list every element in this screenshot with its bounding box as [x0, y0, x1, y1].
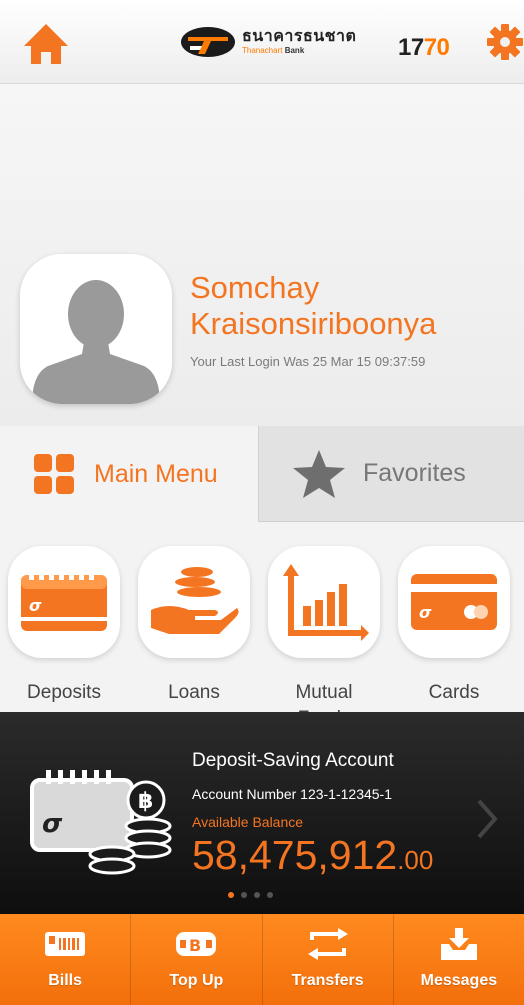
loans-icon: [151, 567, 239, 634]
pager-dot[interactable]: [267, 892, 273, 898]
pager-dot[interactable]: [228, 892, 234, 898]
menu-label-deposits: Deposits: [27, 682, 101, 703]
nav-top-up-label: Top Up: [169, 972, 224, 989]
menu-item-cards[interactable]: σ Cards: [398, 546, 510, 706]
svg-text:σ: σ: [29, 596, 42, 615]
user-silhouette-icon: [20, 254, 172, 404]
svg-text:฿: ฿: [138, 789, 153, 814]
messages-icon: [440, 928, 477, 960]
nav-top-up[interactable]: B Top Up: [131, 914, 263, 1005]
pager-dot[interactable]: [241, 892, 247, 898]
transfers-icon: [307, 928, 348, 960]
deposits-icon: σ: [21, 570, 107, 631]
hotline-prefix: 17: [398, 34, 424, 61]
home-button[interactable]: [22, 22, 70, 66]
svg-text:B: B: [189, 936, 201, 955]
menu-item-loans[interactable]: Loans: [138, 546, 250, 706]
account-number: Account Number 123-1-12345-1: [192, 786, 393, 802]
thanachart-logo-icon: [181, 27, 235, 57]
nav-transfers[interactable]: Transfers: [263, 914, 394, 1005]
star-icon: [293, 449, 345, 498]
available-balance-value: 58,475,912.00: [192, 832, 433, 879]
bills-icon: [45, 932, 86, 956]
avatar[interactable]: [20, 254, 172, 404]
user-name: Somchay Kraisonsiriboonya: [190, 270, 520, 342]
account-pager: [228, 892, 273, 898]
chevron-right-icon[interactable]: [476, 798, 498, 840]
tab-favorites-label: Favorites: [363, 459, 466, 487]
nav-messages-label: Messages: [420, 972, 498, 989]
logo-thai-text: ธนาคารธนชาต: [242, 28, 357, 45]
pager-dot[interactable]: [254, 892, 260, 898]
logo-english-text: Thanachart Bank: [242, 46, 305, 55]
user-last-name: Kraisonsiriboonya: [190, 306, 437, 341]
last-login-text: Your Last Login Was 25 Mar 15 09:37:59: [190, 354, 426, 369]
balance-cents: .00: [397, 845, 434, 875]
tab-favorites[interactable]: Favorites: [258, 426, 524, 522]
cards-icon: σ: [411, 574, 497, 630]
settings-button[interactable]: [486, 20, 524, 64]
svg-text:σ: σ: [419, 603, 432, 622]
nav-transfers-label: Transfers: [291, 972, 364, 989]
mutual-funds-icon: [283, 564, 369, 641]
bank-logo: ธนาคารธนชาต Thanachart Bank: [180, 22, 380, 62]
balance-main: 58,475,912: [192, 832, 398, 878]
hotline-number[interactable]: 1770: [398, 34, 450, 62]
grid-icon: [34, 454, 74, 494]
menu-label-loans: Loans: [168, 682, 220, 703]
nav-bills[interactable]: Bills: [0, 914, 132, 1005]
menu-label-mutual-funds: Mutual Funds: [295, 682, 353, 712]
main-menu-row: σ Deposits Loans Mutual σ Cards: [0, 522, 524, 712]
top-up-icon: B: [176, 932, 217, 956]
nav-bills-label: Bills: [48, 972, 83, 989]
available-balance-label: Available Balance: [192, 814, 304, 830]
savings-book-coins-icon: σ ฿: [30, 770, 172, 875]
profile-section: Somchay Kraisonsiriboonya Your Last Logi…: [0, 84, 524, 426]
app-header: ธนาคารธนชาต Thanachart Bank 1770: [0, 0, 524, 84]
hotline-suffix: 70: [423, 34, 450, 61]
tab-main-menu[interactable]: Main Menu: [0, 426, 258, 522]
svg-text:σ: σ: [42, 809, 63, 839]
tab-main-menu-label: Main Menu: [94, 459, 218, 488]
bottom-navigation: Bills B Top Up Transfers Messages: [0, 914, 524, 1005]
menu-tabs: Main Menu Favorites: [0, 426, 524, 522]
menu-item-deposits[interactable]: σ Deposits: [8, 546, 120, 706]
user-first-name: Somchay: [190, 270, 320, 305]
account-type: Deposit-Saving Account: [192, 750, 394, 771]
home-icon: [24, 24, 68, 64]
gear-icon: [487, 24, 523, 60]
menu-label-cards: Cards: [428, 682, 480, 703]
nav-messages[interactable]: Messages: [394, 914, 524, 1005]
account-summary-panel[interactable]: σ ฿ Deposit-Saving Account Account Numbe…: [0, 712, 524, 914]
menu-item-mutual-funds[interactable]: Mutual Funds: [268, 546, 380, 712]
